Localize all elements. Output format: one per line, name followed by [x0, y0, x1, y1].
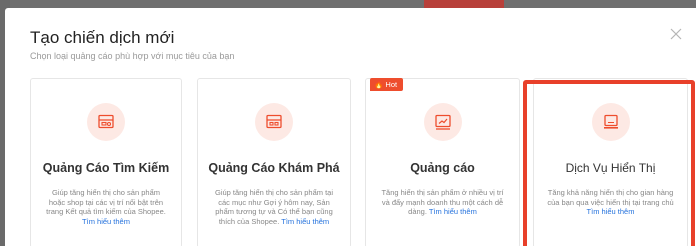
card-title: Dịch Vụ Hiển Thị: [565, 161, 656, 175]
hot-badge: 🔥 Hot: [370, 78, 404, 91]
modal-subtitle: Chọn loại quảng cáo phù hợp với mục tiêu…: [30, 51, 235, 61]
learn-more-link[interactable]: Tìm hiểu thêm: [82, 217, 130, 226]
close-icon[interactable]: [668, 26, 684, 42]
display-service-icon: [591, 103, 630, 141]
card-search-ads[interactable]: Quảng Cáo Tìm Kiếm Giúp tăng hiển thị ch…: [30, 78, 182, 246]
discovery-ad-icon: [255, 103, 293, 141]
card-ads[interactable]: Quảng cáo Tăng hiển thị sản phẩm ở nhiều…: [365, 78, 520, 246]
card-description: Giúp tăng hiển thị cho sản phẩm tại các …: [210, 188, 338, 226]
card-title: Quảng cáo: [410, 161, 475, 175]
chart-ad-icon: [423, 103, 462, 141]
card-desc-text: Tăng khả năng hiển thị cho gian hàng của…: [547, 188, 674, 207]
card-description: Tăng hiển thị sản phẩm ở nhiều vị trí và…: [378, 188, 507, 217]
card-description: Giúp tăng hiển thị cho sản phẩm hoặc sho…: [43, 188, 169, 226]
modal-title: Tạo chiến dịch mới: [30, 28, 175, 47]
learn-more-link[interactable]: Tìm hiểu thêm: [429, 207, 477, 216]
card-desc-text: Giúp tăng hiển thị cho sản phẩm hoặc sho…: [46, 188, 166, 216]
card-display-service[interactable]: Dịch Vụ Hiển Thị Tăng khả năng hiển thị …: [533, 78, 688, 246]
search-ad-icon: [87, 103, 125, 141]
card-title: Quảng Cáo Khám Phá: [208, 161, 340, 175]
card-discovery-ads[interactable]: Quảng Cáo Khám Phá Giúp tăng hiển thị ch…: [197, 78, 351, 246]
background-accent: [424, 0, 504, 8]
create-campaign-modal: Tạo chiến dịch mới Chọn loại quảng cáo p…: [5, 8, 696, 246]
learn-more-link[interactable]: Tìm hiểu thêm: [281, 217, 329, 226]
learn-more-link[interactable]: Tìm hiểu thêm: [587, 207, 635, 216]
card-description: Tăng khả năng hiển thị cho gian hàng của…: [546, 188, 675, 217]
card-title: Quảng Cáo Tìm Kiếm: [42, 161, 170, 175]
